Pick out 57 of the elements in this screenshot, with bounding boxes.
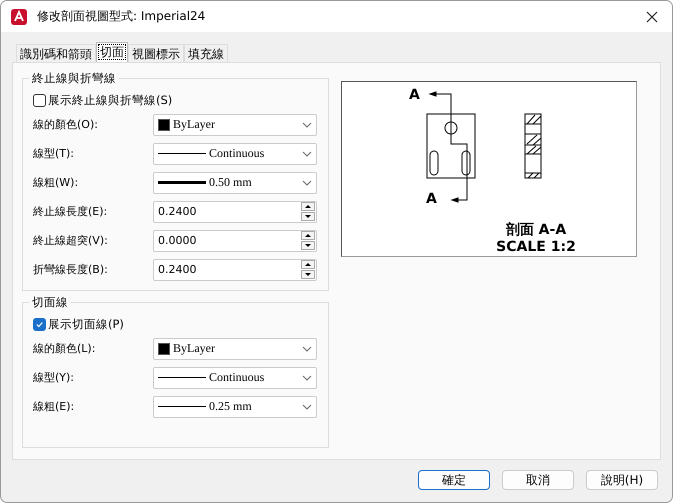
dropdown[interactable]: Continuous (153, 366, 317, 388)
tab[interactable]: 視圖標示 (128, 44, 184, 62)
checkbox[interactable]: 展示切面線(P) (33, 314, 320, 334)
field-label: 線的顏色(L): (33, 341, 96, 356)
chevron-down-icon (302, 346, 312, 352)
scale-caption: SCALE 1:2 (496, 239, 576, 255)
tab[interactable]: 填充線 (184, 44, 228, 62)
dropdown[interactable]: 0.50 mm (153, 172, 317, 194)
number-field[interactable]: 0.2400 (153, 258, 317, 280)
section-view-drawing (524, 114, 542, 178)
field-label: 終止線超突(V): (33, 233, 109, 248)
color-swatch-icon (158, 118, 170, 130)
field-label: 線型(Y): (33, 370, 76, 385)
spin-down-icon[interactable] (301, 270, 315, 279)
spin-up-icon[interactable] (301, 260, 315, 269)
field-label: 終止線長度(E): (33, 204, 108, 219)
field-label: 線粗(E): (33, 399, 76, 414)
field-label: 線的顏色(O): (33, 117, 99, 132)
chevron-down-icon (302, 150, 312, 156)
tab[interactable]: 切面 (96, 42, 128, 62)
line-sample-icon (158, 153, 206, 154)
dropdown[interactable]: Continuous (153, 142, 317, 164)
close-icon[interactable] (646, 10, 658, 22)
spin-down-icon[interactable] (301, 212, 315, 221)
number-field[interactable]: 0.0000 (153, 230, 317, 252)
spin-up-icon[interactable] (301, 202, 315, 211)
dialog-button[interactable]: 取消 (502, 470, 574, 490)
checkbox[interactable]: 展示終止線與折彎線(S) (33, 90, 320, 110)
group-title: 切面線 (31, 295, 69, 310)
chevron-down-icon (302, 404, 312, 410)
spin-down-icon[interactable] (301, 241, 315, 250)
field-label: 線粗(W): (33, 175, 80, 190)
dropdown[interactable]: 0.25 mm (153, 396, 317, 418)
checkbox-box[interactable] (33, 94, 46, 106)
tab[interactable]: 識別碼和箭頭 (16, 44, 96, 62)
dropdown[interactable]: ByLayer (153, 114, 317, 136)
number-field[interactable]: 0.2400 (153, 200, 317, 222)
dropdown[interactable]: ByLayer (153, 338, 317, 360)
field-label: 折彎線長度(B): (33, 262, 109, 277)
chevron-down-icon (302, 180, 312, 186)
line-sample-icon (158, 406, 206, 407)
section-label: A (409, 87, 420, 103)
chevron-down-icon (302, 122, 312, 128)
section-caption: 剖面 A-A (506, 222, 566, 238)
checkbox-box[interactable] (33, 318, 46, 330)
color-swatch-icon (158, 342, 170, 354)
dialog-button[interactable]: 確定 (418, 470, 490, 490)
dialog-button[interactable]: 說明(H) (586, 470, 658, 490)
section-label: A (426, 191, 437, 207)
chevron-down-icon (302, 374, 312, 380)
line-sample-icon (158, 377, 206, 378)
field-label: 線型(T): (33, 146, 76, 161)
line-sample-icon (158, 181, 206, 184)
window-title: 修改剖面視圖型式: Imperial24 (37, 8, 206, 25)
app-logo-icon (11, 8, 27, 24)
group-title: 終止線與折彎線 (31, 71, 117, 86)
spin-up-icon[interactable] (301, 231, 315, 240)
